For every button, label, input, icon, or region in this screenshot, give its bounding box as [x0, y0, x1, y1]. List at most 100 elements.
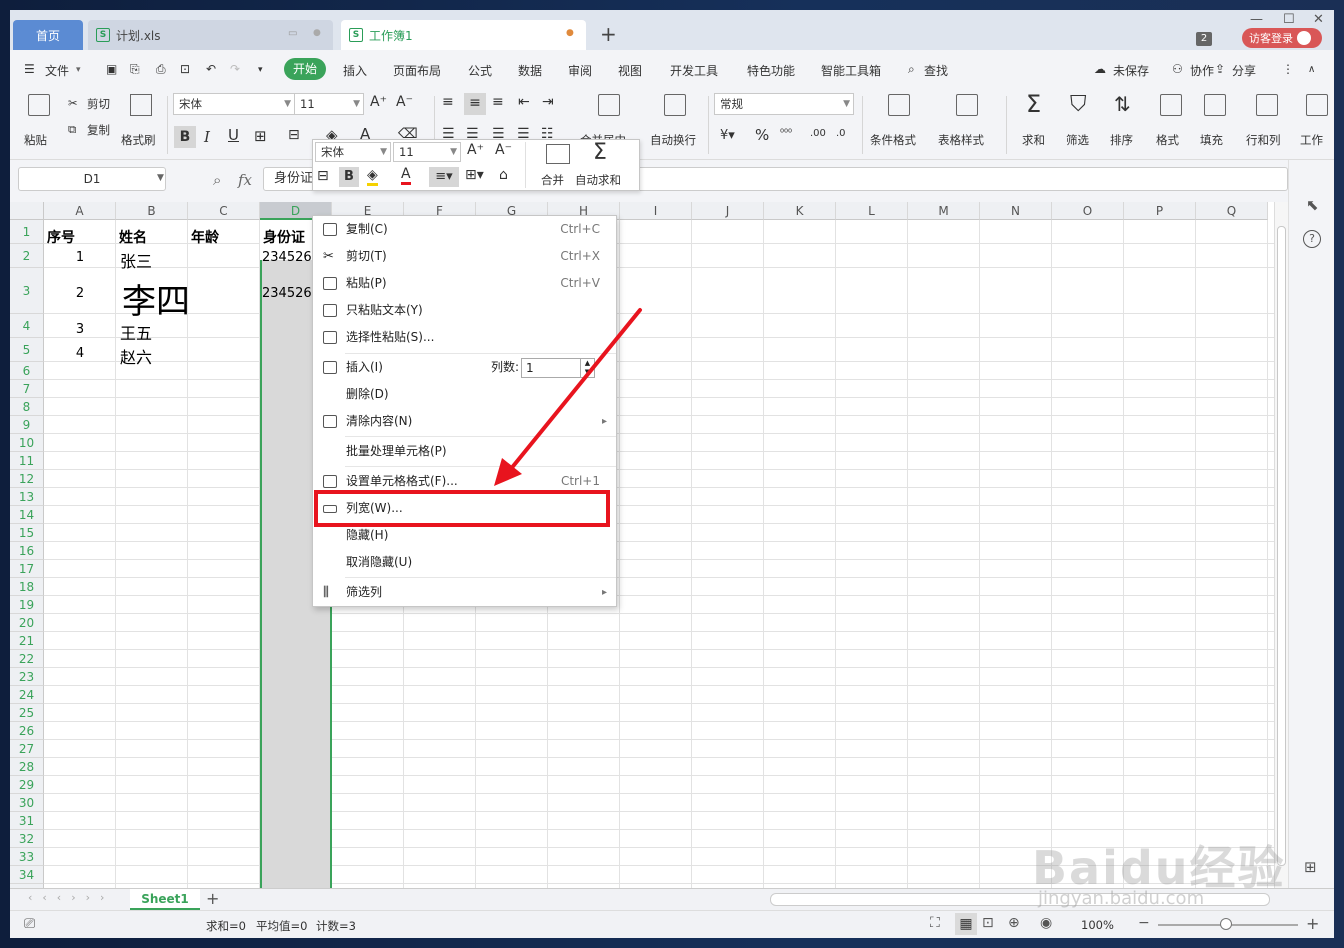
- fill-button[interactable]: 填充: [1200, 132, 1223, 148]
- filter-icon[interactable]: ⛉: [1070, 92, 1087, 117]
- align-bottom-icon[interactable]: ≡: [492, 94, 504, 110]
- format-painter-button[interactable]: 格式刷: [121, 132, 156, 148]
- column-header-c[interactable]: C: [188, 202, 260, 220]
- export-icon[interactable]: ⎘: [130, 62, 140, 77]
- column-header-l[interactable]: L: [836, 202, 908, 220]
- select-pointer-icon[interactable]: ⬉: [1306, 196, 1319, 214]
- row-header-3[interactable]: 3: [10, 268, 44, 314]
- increase-decimal-icon[interactable]: .00: [810, 128, 826, 139]
- mini-format-icon[interactable]: ⊟: [317, 168, 329, 184]
- menu-insert[interactable]: 插入: [343, 62, 367, 79]
- unsaved-status[interactable]: 未保存: [1113, 62, 1149, 79]
- cell-a1[interactable]: 序号: [47, 227, 75, 247]
- ctx-copy[interactable]: 复制(C) Ctrl+C: [313, 216, 616, 243]
- row-header-29[interactable]: 29: [10, 776, 44, 794]
- tab-home[interactable]: 首页: [13, 20, 83, 50]
- table-style-icon[interactable]: [956, 94, 978, 116]
- row-header-9[interactable]: 9: [10, 416, 44, 434]
- mini-merge-button[interactable]: 合并: [541, 172, 564, 188]
- sheet-nav-arrows-icon[interactable]: ‹‹‹›››: [28, 891, 114, 904]
- chevron-down-icon[interactable]: ▼: [157, 173, 164, 183]
- collab-button[interactable]: 协作: [1190, 62, 1214, 79]
- paste-icon[interactable]: [28, 94, 50, 116]
- cell-b1[interactable]: 姓名: [119, 227, 147, 247]
- row-header-5[interactable]: 5: [10, 338, 44, 362]
- number-format-select[interactable]: 常规 ▼: [714, 93, 854, 115]
- indent-increase-icon[interactable]: ⇥: [542, 94, 554, 110]
- mini-font-size-select[interactable]: 11 ▼: [393, 142, 461, 162]
- sigma-icon[interactable]: Σ: [1026, 90, 1041, 118]
- zoom-out-icon[interactable]: −: [1138, 915, 1150, 931]
- font-size-select[interactable]: 11 ▼: [294, 93, 364, 115]
- search-icon[interactable]: ⌕: [908, 62, 915, 77]
- row-header-16[interactable]: 16: [10, 542, 44, 560]
- redo-icon[interactable]: ↷: [230, 62, 240, 76]
- fx-icon[interactable]: fx: [238, 171, 252, 189]
- conditional-format-icon[interactable]: [888, 94, 910, 116]
- mini-border-icon[interactable]: ⊞▾: [465, 167, 484, 183]
- wrap-text-button[interactable]: 自动换行: [650, 132, 696, 148]
- row-header-30[interactable]: 30: [10, 794, 44, 812]
- menu-search[interactable]: 查找: [924, 62, 948, 79]
- row-header-15[interactable]: 15: [10, 524, 44, 542]
- cell-b5[interactable]: 赵六: [120, 344, 152, 368]
- vertical-scrollbar[interactable]: [1274, 202, 1288, 888]
- close-dot-icon[interactable]: ●: [313, 28, 321, 38]
- tab-file-jihua[interactable]: S 计划.xls ▭ ●: [88, 20, 333, 50]
- row-header-24[interactable]: 24: [10, 686, 44, 704]
- worksheet-button[interactable]: 工作: [1300, 132, 1323, 148]
- zoom-in-icon[interactable]: +: [1306, 914, 1319, 933]
- ctx-paste[interactable]: 粘贴(P) Ctrl+V: [313, 270, 616, 297]
- row-col-icon[interactable]: [1256, 94, 1278, 116]
- menu-developer[interactable]: 开发工具: [670, 62, 718, 79]
- cell-a2[interactable]: 1: [44, 250, 116, 265]
- format-icon[interactable]: [1160, 94, 1182, 116]
- menu-start[interactable]: 开始: [284, 58, 326, 80]
- align-middle-icon[interactable]: ≡: [464, 93, 486, 115]
- align-top-icon[interactable]: ≡: [442, 94, 454, 110]
- conditional-format-button[interactable]: 条件格式: [870, 132, 916, 148]
- cell-b2[interactable]: 张三: [120, 248, 152, 272]
- menu-page-layout[interactable]: 页面布局: [393, 62, 441, 79]
- cell-style-icon[interactable]: ⊟: [288, 127, 300, 143]
- row-header-18[interactable]: 18: [10, 578, 44, 596]
- zoom-slider-thumb[interactable]: [1220, 918, 1232, 930]
- menu-file[interactable]: 文件: [45, 62, 69, 79]
- filter-button[interactable]: 筛选: [1066, 132, 1089, 148]
- row-col-button[interactable]: 行和列: [1246, 132, 1281, 148]
- column-header-q[interactable]: Q: [1196, 202, 1268, 220]
- cell-a3[interactable]: 2: [44, 286, 116, 301]
- ctx-unhide[interactable]: 取消隐藏(U): [313, 549, 616, 576]
- row-header-8[interactable]: 8: [10, 398, 44, 416]
- row-header-10[interactable]: 10: [10, 434, 44, 452]
- row-header-11[interactable]: 11: [10, 452, 44, 470]
- new-tab-button[interactable]: +: [600, 24, 617, 44]
- row-header-25[interactable]: 25: [10, 704, 44, 722]
- menu-special[interactable]: 特色功能: [747, 62, 795, 79]
- menu-data[interactable]: 数据: [518, 62, 542, 79]
- percent-icon[interactable]: %: [755, 126, 769, 144]
- mini-sigma-icon[interactable]: Σ: [593, 140, 607, 165]
- cell-b4[interactable]: 王五: [120, 320, 152, 344]
- row-header-22[interactable]: 22: [10, 650, 44, 668]
- mini-font-name-select[interactable]: 宋体 ▼: [315, 142, 391, 162]
- row-header-26[interactable]: 26: [10, 722, 44, 740]
- row-header-2[interactable]: 2: [10, 244, 44, 268]
- decrease-decimal-icon[interactable]: .0: [836, 128, 846, 139]
- column-header-n[interactable]: N: [980, 202, 1052, 220]
- customize-chevron-icon[interactable]: ▾: [258, 65, 263, 75]
- currency-icon[interactable]: ¥▾: [720, 128, 735, 143]
- row-header-21[interactable]: 21: [10, 632, 44, 650]
- normal-view-icon[interactable]: ▦: [955, 913, 977, 935]
- column-header-j[interactable]: J: [692, 202, 764, 220]
- mini-painter-icon[interactable]: ⌂: [499, 167, 508, 183]
- row-header-32[interactable]: 32: [10, 830, 44, 848]
- menu-view[interactable]: 视图: [618, 62, 642, 79]
- undo-icon[interactable]: ↶: [206, 62, 216, 76]
- page-break-view-icon[interactable]: ⊡: [982, 915, 994, 931]
- column-header-k[interactable]: K: [764, 202, 836, 220]
- row-header-6[interactable]: 6: [10, 362, 44, 380]
- hamburger-icon[interactable]: ☰: [24, 62, 35, 76]
- cell-c1[interactable]: 年龄: [191, 227, 219, 247]
- zoom-level[interactable]: 100%: [1081, 918, 1114, 932]
